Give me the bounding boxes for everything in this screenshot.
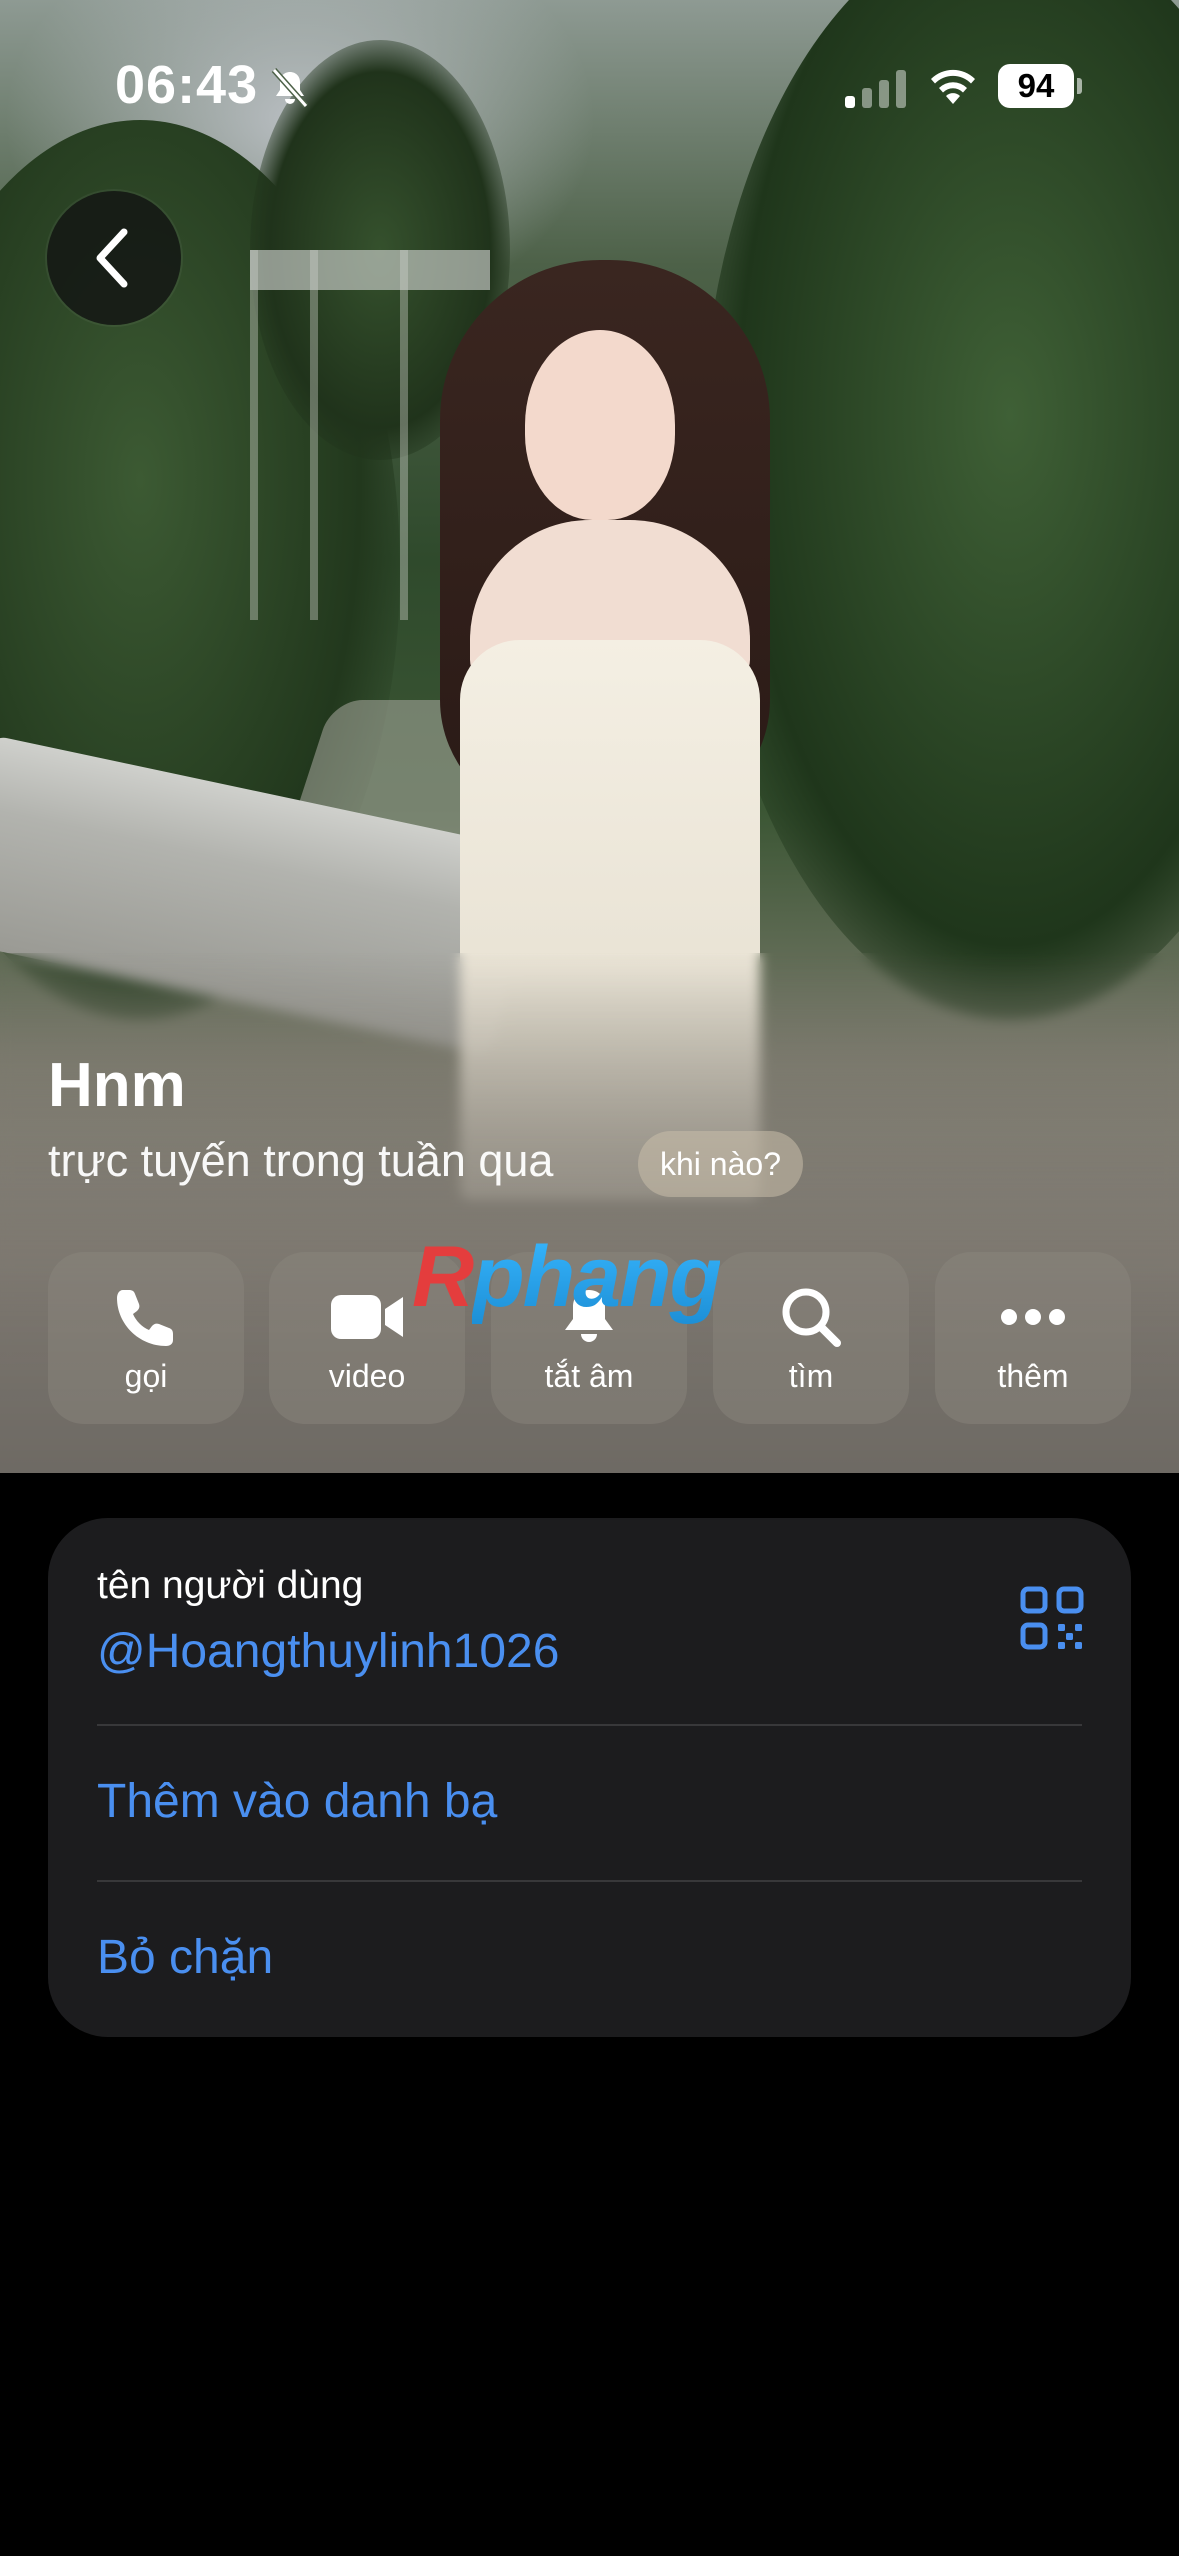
cellular-signal-icon (845, 70, 906, 108)
qr-code-icon[interactable] (1020, 1586, 1084, 1650)
phone-icon (117, 1290, 173, 1346)
status-bar: 06:43 94 (0, 0, 1179, 170)
call-label: gọi (124, 1358, 168, 1394)
unblock-button[interactable]: Bỏ chặn (97, 1930, 273, 1985)
video-camera-icon (331, 1295, 403, 1339)
info-card: tên người dùng @Hoangthuylinh1026 Thêm v… (48, 1518, 1131, 2037)
bell-slash-icon (271, 68, 309, 108)
back-button[interactable] (47, 191, 181, 325)
search-label: tìm (788, 1358, 834, 1394)
video-label: video (328, 1358, 406, 1394)
search-icon (782, 1288, 841, 1347)
when-button[interactable]: khi nào? (638, 1131, 803, 1197)
divider (97, 1724, 1082, 1726)
call-button[interactable]: gọi (48, 1252, 244, 1424)
wifi-icon (931, 69, 975, 104)
battery-icon: 94 (998, 64, 1082, 108)
search-button[interactable]: tìm (713, 1252, 909, 1424)
more-icon (1001, 1309, 1065, 1325)
divider (97, 1880, 1082, 1882)
username-link[interactable]: @Hoangthuylinh1026 (97, 1624, 559, 1679)
profile-name: Hnm (48, 1051, 186, 1120)
username-label: tên người dùng (97, 1564, 364, 1607)
watermark-logo: Rphang (412, 1229, 722, 1325)
mute-label: tắt âm (544, 1358, 634, 1394)
more-button[interactable]: thêm (935, 1252, 1131, 1424)
last-seen-status: trực tuyến trong tuần qua (48, 1135, 554, 1186)
add-to-contacts-button[interactable]: Thêm vào danh bạ (97, 1774, 497, 1829)
more-label: thêm (997, 1358, 1069, 1394)
status-time: 06:43 (115, 55, 259, 115)
chevron-left-icon (96, 228, 128, 288)
